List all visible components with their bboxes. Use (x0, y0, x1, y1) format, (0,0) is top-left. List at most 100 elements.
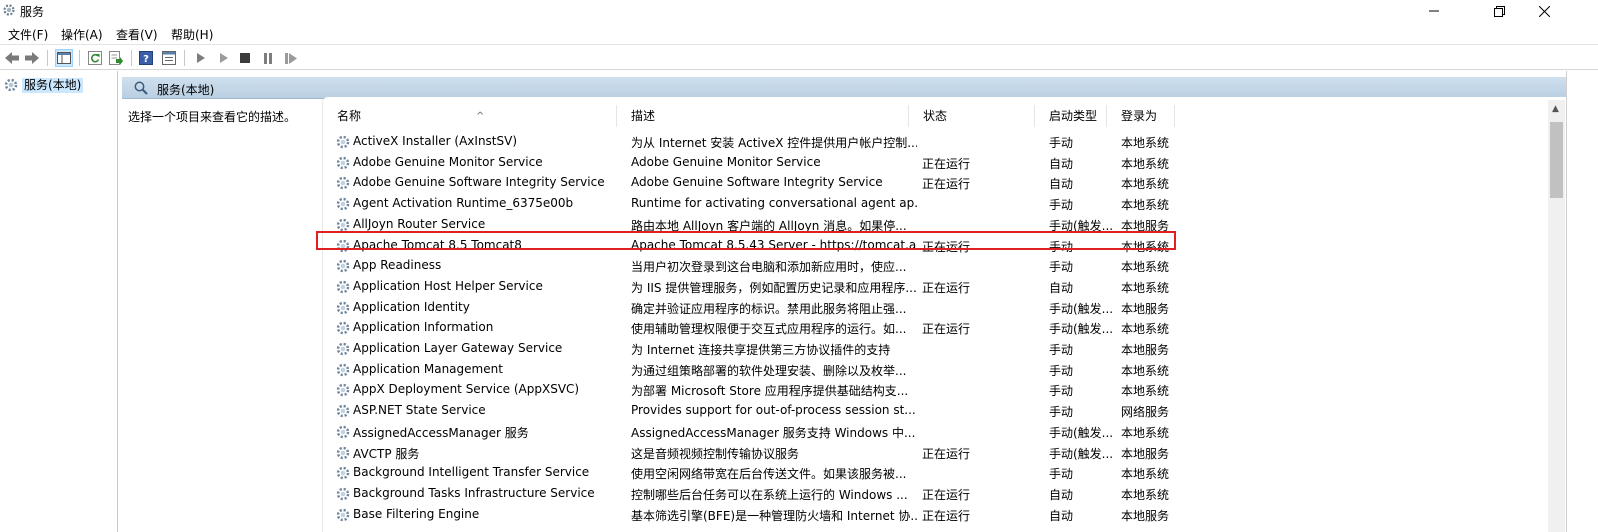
services-gear-icon (4, 78, 18, 92)
menu-view[interactable]: 查看(V) (116, 26, 158, 43)
forward-arrow-icon (25, 52, 39, 64)
service-row[interactable]: Application Management 为通过组策略部署的软件处理安装、删除… (323, 360, 1585, 381)
scrollbar-thumb[interactable] (1550, 122, 1563, 198)
service-gear-icon (336, 259, 350, 273)
service-description: Adobe Genuine Software Integrity Service (631, 175, 883, 190)
show-console-tree-button[interactable] (55, 49, 73, 67)
start-service-button[interactable] (192, 49, 210, 67)
service-startup-type: 自动 (1049, 156, 1074, 171)
service-row[interactable]: Adobe Genuine Monitor Service Adobe Genui… (323, 153, 1585, 174)
service-description: 为通过组策略部署的软件处理安装、删除以及枚举... (631, 363, 907, 378)
service-status: 正在运行 (922, 322, 971, 337)
service-row[interactable]: Background Intelligent Transfer Service 使… (323, 463, 1585, 484)
service-row[interactable]: ASP.NET State Service Provides support fo… (323, 401, 1585, 422)
close-icon (1538, 5, 1550, 17)
export-list-button[interactable] (107, 49, 125, 67)
svg-text:?: ? (143, 54, 149, 65)
service-row[interactable]: Adobe Genuine Software Integrity Service… (323, 173, 1585, 194)
service-description: 确定并验证应用程序的标识。禁用此服务将阻止强... (631, 301, 907, 316)
service-gear-icon (336, 466, 350, 480)
service-gear-icon (336, 177, 350, 190)
service-row[interactable]: App Readiness 当用户初次登录到这台电脑和添加新应用时，使应... 手动… (323, 256, 1585, 277)
service-gear-icon (336, 384, 350, 397)
service-row[interactable]: Base Filtering Engine 基本筛选引擎(BFE)是一种管理防火墙… (323, 505, 1585, 526)
column-header-label: 启动类型 (1049, 109, 1098, 123)
export-list-icon (109, 51, 123, 65)
service-gear-icon (336, 404, 350, 418)
service-name: Adobe Genuine Software Integrity Service (353, 175, 605, 190)
service-startup-type: 手动 (1049, 198, 1074, 213)
restart-icon (285, 52, 297, 64)
service-description: Runtime for activating conversational ag… (631, 196, 917, 211)
refresh-icon (88, 51, 102, 65)
column-header-label: 状态 (923, 109, 948, 123)
scroll-up-arrow-icon[interactable]: ▲ (1552, 104, 1559, 114)
sort-ascending-icon: ^ (476, 111, 485, 122)
column-header-startup-type[interactable]: 启动类型 (1035, 105, 1107, 127)
service-log-on-as: 本地系统 (1121, 260, 1170, 275)
service-gear-icon (336, 135, 350, 149)
service-gear-icon (336, 280, 350, 294)
forward-button[interactable] (23, 49, 41, 67)
column-header-name[interactable]: 名称 ^ (323, 105, 617, 127)
toolbar-separator (131, 50, 132, 66)
service-status: 正在运行 (922, 156, 971, 171)
back-button[interactable] (3, 49, 21, 67)
close-button[interactable] (1521, 0, 1567, 22)
menu-action[interactable]: 操作(A) (61, 26, 103, 43)
column-header-label: 登录为 (1121, 109, 1158, 123)
column-header-status[interactable]: 状态 (909, 105, 1035, 127)
vertical-scrollbar[interactable]: ▲ (1548, 100, 1565, 532)
service-row[interactable]: Application Identity 确定并验证应用程序的标识。禁用此服务将阻… (323, 298, 1585, 319)
service-row[interactable]: ActiveX Installer (AxInstSV) 为从 Internet … (323, 132, 1585, 153)
service-description: 控制哪些后台任务可以在系统上运行的 Windows ... (631, 487, 908, 502)
service-name: ActiveX Installer (AxInstSV) (353, 134, 518, 148)
toolbar: ? (0, 44, 1598, 70)
service-log-on-as: 本地系统 (1121, 363, 1170, 378)
service-description: 使用辅助管理权限便于交互式应用程序的运行。如... (631, 322, 907, 337)
restore-button[interactable] (1476, 0, 1522, 22)
service-name: App Readiness (353, 258, 442, 273)
service-row[interactable]: Application Layer Gateway Service 为 Inter… (323, 339, 1585, 360)
service-row[interactable]: Background Tasks Infrastructure Service 控… (323, 484, 1585, 505)
column-header-label: 描述 (631, 109, 656, 123)
description-prompt: 选择一个项目来查看它的描述。 (128, 110, 297, 124)
toolbar-separator (47, 50, 48, 66)
service-row[interactable]: Application Information 使用辅助管理权限便于交互式应用程序… (323, 318, 1585, 339)
service-row[interactable]: AssignedAccessManager 服务 AssignedAccessMa… (323, 422, 1585, 443)
service-row[interactable]: Application Host Helper Service 为 IIS 提供管… (323, 277, 1585, 298)
service-log-on-as: 本地系统 (1121, 156, 1170, 171)
service-description: 为 IIS 提供管理服务，例如配置历史记录和应用程序... (631, 280, 917, 295)
help-button[interactable]: ? (137, 49, 155, 67)
service-name: Application Information (353, 320, 494, 335)
service-gear-icon (336, 487, 350, 501)
service-name: Application Identity (353, 299, 470, 314)
refresh-button[interactable] (86, 49, 104, 67)
service-name: AllJoyn Router Service (353, 216, 486, 231)
service-startup-type: 手动(触发... (1049, 446, 1114, 461)
pause-icon (264, 52, 272, 64)
service-name: Application Host Helper Service (353, 278, 543, 293)
service-row[interactable]: AVCTP 服务 这是音频视频控制传输协议服务 正在运行 手动(触发... 本地服务 (323, 443, 1585, 464)
service-gear-icon (336, 446, 350, 459)
service-description: 为部署 Microsoft Store 应用程序提供基础结构支... (631, 384, 909, 399)
stop-service-button[interactable] (236, 49, 254, 67)
pane-header-title: 服务(本地) (157, 83, 215, 97)
properties-button[interactable] (160, 49, 178, 67)
tree-item-services-local[interactable]: 服务(本地) (3, 77, 84, 93)
restart-service-button[interactable] (282, 49, 300, 67)
menu-help[interactable]: 帮助(H) (171, 26, 213, 43)
window-title: 服务 (20, 5, 45, 19)
service-startup-type: 手动 (1049, 405, 1074, 420)
menu-file[interactable]: 文件(F) (8, 26, 48, 43)
column-header-log-on-as[interactable]: 登录为 (1107, 105, 1175, 127)
service-row[interactable]: Agent Activation Runtime_6375e00b Runtime… (323, 194, 1585, 215)
magnifier-icon (134, 81, 148, 95)
service-startup-type: 手动(触发... (1049, 322, 1114, 337)
help-icon: ? (139, 51, 153, 65)
column-header-description[interactable]: 描述 (617, 105, 909, 127)
minimize-button[interactable] (1411, 0, 1457, 22)
start-service-alt-button[interactable] (215, 49, 233, 67)
service-row[interactable]: AppX Deployment Service (AppXSVC) 为部署 Mic… (323, 380, 1585, 401)
pause-service-button[interactable] (259, 49, 277, 67)
